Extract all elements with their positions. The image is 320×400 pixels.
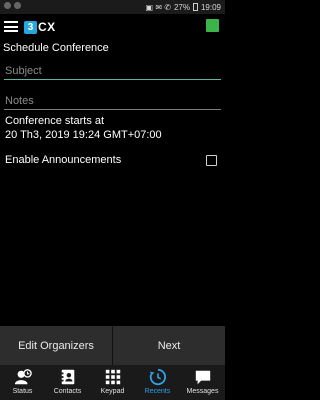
- tab-recents[interactable]: Recents: [135, 365, 180, 400]
- signal-icons: ▣ ✉ ✆: [145, 2, 171, 12]
- notes-field[interactable]: [4, 91, 223, 110]
- start-time-value[interactable]: 20 Th3, 2019 19:24 GMT+07:00: [5, 129, 162, 141]
- status-icon: [14, 369, 32, 385]
- notes-input[interactable]: [4, 93, 223, 109]
- presence-status-icon[interactable]: [206, 19, 219, 32]
- subject-field[interactable]: [4, 61, 223, 80]
- tab-keypad[interactable]: Keypad: [90, 365, 135, 400]
- logo-badge: 3: [24, 20, 37, 34]
- page-title: Schedule Conference: [3, 42, 109, 54]
- menu-icon[interactable]: [4, 21, 18, 32]
- logo-text: CX: [38, 20, 56, 34]
- notification-icon: [4, 2, 11, 9]
- action-bar: Edit Organizers Next: [0, 326, 225, 365]
- tab-label: Status: [12, 388, 33, 395]
- tab-label: Contacts: [53, 388, 82, 395]
- app-logo: 3 CX: [24, 20, 56, 34]
- tab-contacts[interactable]: Contacts: [45, 365, 90, 400]
- notification-icon: [14, 2, 21, 9]
- battery-icon: [192, 3, 198, 11]
- edit-organizers-button[interactable]: Edit Organizers: [0, 326, 112, 365]
- tab-messages[interactable]: Messages: [180, 365, 225, 400]
- battery-percent: 27%: [173, 2, 190, 12]
- app-bar: 3 CX: [0, 14, 225, 40]
- announcements-checkbox[interactable]: [206, 154, 217, 166]
- tab-status[interactable]: Status: [0, 365, 45, 400]
- tab-label: Keypad: [100, 388, 125, 395]
- announcements-label: Enable Announcements: [5, 154, 122, 166]
- start-time-label: Conference starts at: [5, 115, 105, 127]
- tab-label: Recents: [144, 388, 171, 395]
- subject-input[interactable]: [4, 63, 223, 79]
- next-button[interactable]: Next: [112, 326, 225, 365]
- notification-icons: [4, 2, 21, 9]
- status-bar: ▣ ✉ ✆ 27% 19:09: [0, 0, 225, 14]
- bottom-nav: Status Contacts Keypad Recents Messages: [0, 365, 225, 400]
- keypad-icon: [105, 369, 120, 385]
- recents-icon: [149, 368, 166, 386]
- screen: ▣ ✉ ✆ 27% 19:09 3 CX Schedule Conference…: [0, 0, 225, 400]
- messages-icon: [195, 370, 210, 385]
- contacts-icon: [60, 369, 74, 385]
- announcements-row[interactable]: Enable Announcements: [5, 152, 217, 168]
- clock: 19:09: [200, 2, 221, 12]
- tab-label: Messages: [186, 388, 219, 395]
